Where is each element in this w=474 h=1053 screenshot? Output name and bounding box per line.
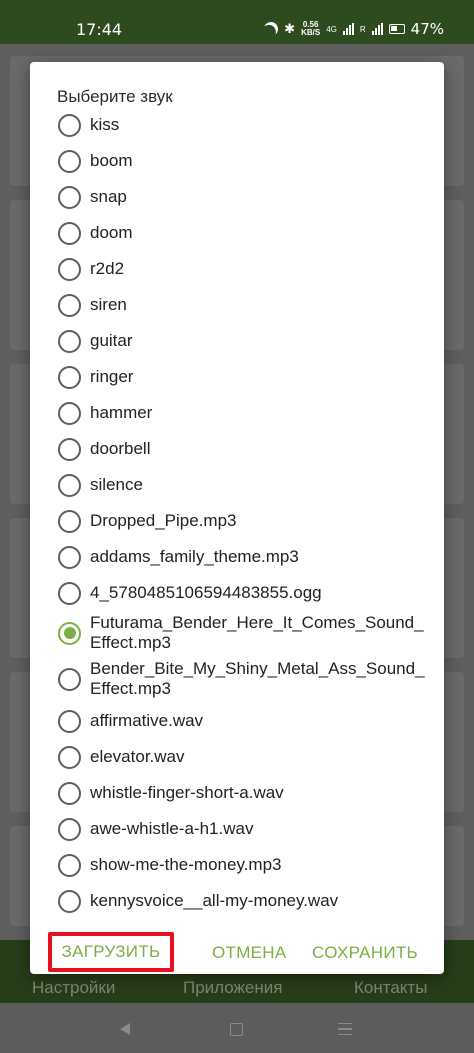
sound-option[interactable]: 4_5780485106594483855.ogg [30, 575, 444, 611]
radio-unchecked-icon[interactable] [58, 329, 81, 353]
sound-option-label: awe-whistle-a-h1.wav [90, 819, 254, 838]
signal-icon [342, 23, 354, 35]
sound-option[interactable]: guitar [30, 323, 444, 359]
radio-unchecked-icon[interactable] [58, 365, 81, 389]
sound-option[interactable]: whistle-finger-short-a.wav [30, 775, 444, 811]
sound-option-label: silence [90, 475, 143, 494]
dialog-title: Выберите звук [57, 87, 173, 106]
do-not-disturb-icon [262, 20, 280, 38]
sound-option[interactable]: hammer [30, 395, 444, 431]
sound-option-label: addams_family_theme.mp3 [90, 547, 299, 566]
sound-picker-dialog: Выберите звук kiss boom snap doom r2d2 siren g… [30, 62, 444, 974]
sound-option[interactable]: ringer [30, 359, 444, 395]
sound-option-label: guitar [90, 331, 133, 350]
sound-option[interactable]: kennysvoice__all-my-money.wav [30, 883, 444, 919]
radio-unchecked-icon[interactable] [58, 185, 81, 209]
sound-option[interactable]: affirmative.wav [30, 703, 444, 739]
signal-icon-2 [371, 23, 383, 35]
sound-options-list: kiss boom snap doom r2d2 siren guitar ringer ham… [30, 107, 444, 919]
sound-option-label: doorbell [90, 439, 151, 458]
status-icons: ✱ 0.56 KB/S 4G R 47% [264, 20, 444, 38]
sound-option[interactable]: snap [30, 179, 444, 215]
sound-option-label: 4_5780485106594483855.ogg [90, 583, 322, 602]
system-navigation-bar [0, 1003, 474, 1053]
sound-option[interactable]: siren [30, 287, 444, 323]
sound-option-label: show-me-the-money.mp3 [90, 855, 282, 874]
radio-unchecked-icon[interactable] [58, 473, 81, 497]
network-speed-unit: KB/S [301, 28, 321, 37]
network-type: 4G [326, 24, 337, 34]
sound-option-label: ringer [90, 367, 134, 386]
dialog-actions: ЗАГРУЗИТЬ ОТМЕНА СОХРАНИТЬ [30, 932, 444, 972]
recents-icon[interactable] [338, 1023, 352, 1035]
sound-option[interactable]: awe-whistle-a-h1.wav [30, 811, 444, 847]
radio-unchecked-icon[interactable] [58, 781, 81, 805]
sound-option-label: elevator.wav [90, 747, 185, 766]
sound-option[interactable]: Dropped_Pipe.mp3 [30, 503, 444, 539]
sound-option[interactable]: elevator.wav [30, 739, 444, 775]
radio-unchecked-icon[interactable] [58, 817, 81, 841]
sound-option-label: doom [90, 223, 133, 242]
sound-option[interactable]: doorbell [30, 431, 444, 467]
radio-unchecked-icon[interactable] [58, 149, 81, 173]
sound-option[interactable]: kiss [30, 107, 444, 143]
sound-option[interactable]: r2d2 [30, 251, 444, 287]
status-time: 17:44 [76, 20, 123, 39]
radio-unchecked-icon[interactable] [58, 745, 81, 769]
load-button[interactable]: ЗАГРУЗИТЬ [48, 932, 174, 972]
network-speed: 0.56 KB/S [301, 21, 320, 37]
sound-option[interactable]: boom [30, 143, 444, 179]
sound-option[interactable]: Futurama_Bender_Here_It_Comes_Sound_Effe… [30, 611, 444, 655]
sound-option-label: affirmative.wav [90, 711, 204, 730]
sound-option-label: Bender_Bite_My_Shiny_Metal_Ass_Sound_Eff… [90, 659, 425, 698]
radio-unchecked-icon[interactable] [58, 221, 81, 245]
radio-unchecked-icon[interactable] [58, 853, 81, 877]
battery-percent: 47% [410, 20, 444, 38]
radio-checked-icon[interactable] [58, 621, 81, 645]
sound-option[interactable]: doom [30, 215, 444, 251]
sound-option[interactable]: Bender_Bite_My_Shiny_Metal_Ass_Sound_Eff… [30, 657, 444, 701]
radio-unchecked-icon[interactable] [58, 509, 81, 533]
sound-option-label: Futurama_Bender_Here_It_Comes_Sound_Effe… [90, 613, 424, 652]
sound-option-label: snap [90, 187, 127, 206]
radio-unchecked-icon[interactable] [58, 113, 81, 137]
radio-unchecked-icon[interactable] [58, 257, 81, 281]
bluetooth-icon: ✱ [284, 21, 296, 36]
radio-unchecked-icon[interactable] [58, 437, 81, 461]
radio-unchecked-icon[interactable] [58, 293, 81, 317]
bottom-nav-item-contacts: Контакты [354, 978, 428, 997]
roaming-indicator: R [359, 24, 366, 34]
sound-option-label: whistle-finger-short-a.wav [90, 783, 284, 802]
sound-option-label: hammer [90, 403, 153, 422]
sound-option-label: boom [90, 151, 133, 170]
home-icon[interactable] [230, 1023, 243, 1036]
radio-unchecked-icon[interactable] [58, 581, 81, 605]
battery-icon [388, 24, 405, 34]
cancel-button[interactable]: ОТМЕНА [212, 943, 287, 963]
sound-option[interactable]: show-me-the-money.mp3 [30, 847, 444, 883]
sound-option-label: siren [90, 295, 127, 314]
radio-unchecked-icon[interactable] [58, 667, 81, 691]
sound-option[interactable]: addams_family_theme.mp3 [30, 539, 444, 575]
sound-option-label: r2d2 [90, 259, 125, 278]
back-icon[interactable] [120, 1023, 130, 1035]
radio-unchecked-icon[interactable] [58, 545, 81, 569]
save-button[interactable]: СОХРАНИТЬ [312, 943, 418, 963]
radio-unchecked-icon[interactable] [58, 889, 81, 913]
sound-option-label: kiss [90, 115, 120, 134]
bottom-nav-item-apps: Приложения [183, 978, 283, 997]
sound-option[interactable]: silence [30, 467, 444, 503]
radio-unchecked-icon[interactable] [58, 401, 81, 425]
sound-option-label: Dropped_Pipe.mp3 [90, 511, 237, 530]
sound-option-label: kennysvoice__all-my-money.wav [90, 891, 339, 910]
status-bar: 17:44 ✱ 0.56 KB/S 4G R 47% [0, 0, 474, 44]
bottom-nav-item-settings: Настройки [32, 978, 116, 997]
radio-unchecked-icon[interactable] [58, 709, 81, 733]
